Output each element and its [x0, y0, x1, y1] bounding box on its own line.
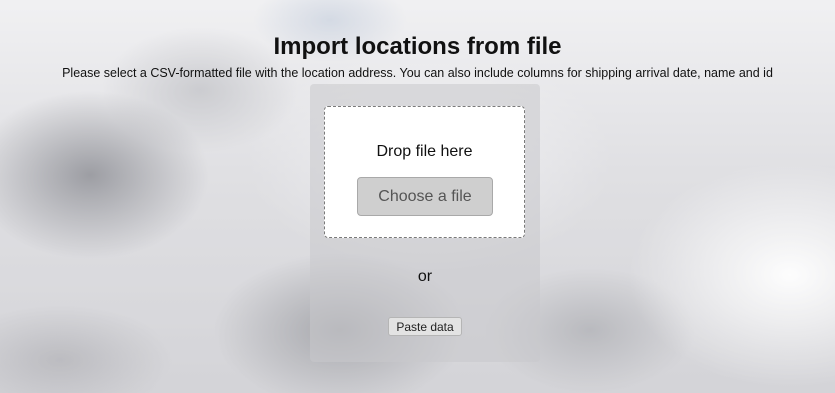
choose-file-button[interactable]: Choose a file	[357, 177, 493, 216]
file-dropzone[interactable]: Drop file here Choose a file	[324, 106, 525, 238]
page-title: Import locations from file	[273, 33, 562, 60]
page-subtitle: Please select a CSV-formatted file with …	[62, 66, 773, 80]
paste-data-button[interactable]: Paste data	[388, 317, 462, 336]
or-separator: or	[417, 268, 433, 285]
dropzone-label: Drop file here	[376, 143, 473, 160]
